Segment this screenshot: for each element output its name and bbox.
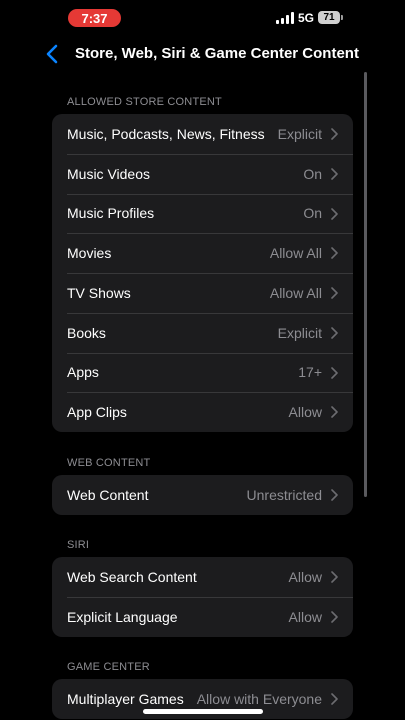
row-tv-shows[interactable]: TV Shows Allow All [52,273,353,313]
row-apps[interactable]: Apps 17+ [52,352,353,393]
row-label: TV Shows [67,284,131,301]
row-value: 17+ [298,364,322,381]
cellular-signal-icon [276,12,294,24]
row-music-videos[interactable]: Music Videos On [52,153,353,194]
chevron-right-icon [331,571,338,583]
section-header-game-center: GAME CENTER [67,661,150,673]
row-value: Explicit [277,125,322,142]
page-title: Store, Web, Siri & Game Center Content [75,45,359,62]
row-music-podcasts[interactable]: Music, Podcasts, News, Fitness Explicit [52,114,353,154]
row-movies[interactable]: Movies Allow All [52,233,353,273]
row-value: Explicit [277,324,322,341]
row-label: Music Profiles [67,205,155,222]
row-value: Unrestricted [246,486,322,503]
status-bar: 7:37 5G 71 [0,0,405,36]
chevron-right-icon [331,207,338,220]
row-app-clips[interactable]: App Clips Allow [52,392,353,432]
home-indicator[interactable] [143,709,263,714]
back-chevron-icon[interactable] [44,44,62,64]
chevron-right-icon [331,326,338,339]
chevron-right-icon [331,247,338,260]
network-type: 5G [298,11,315,25]
chevron-right-icon [331,693,338,705]
row-value: Allow [288,404,322,421]
row-label: Apps [67,364,99,381]
group-store: Music, Podcasts, News, Fitness Explicit … [52,114,353,432]
row-label: Multiplayer Games [67,690,184,707]
row-label: Books [67,324,106,341]
row-value: Allow with Everyone [196,690,322,707]
row-value: Allow [288,608,322,625]
group-siri: Web Search Content Allow Explicit Langua… [52,557,353,637]
row-value: On [303,205,322,222]
row-label: Explicit Language [67,608,178,625]
row-value: Allow All [269,245,322,262]
row-label: Web Search Content [67,568,197,585]
row-web-search-content[interactable]: Web Search Content Allow [52,557,353,597]
group-web: Web Content Unrestricted [52,475,353,515]
battery-icon: 71 [318,11,340,24]
section-header-store: ALLOWED STORE CONTENT [67,96,222,108]
row-label: Music Videos [67,165,151,182]
chevron-right-icon [331,610,338,623]
row-value: Allow [288,568,322,585]
row-label: Movies [67,245,112,262]
navigation-bar: Store, Web, Siri & Game Center Content [0,36,405,72]
section-header-siri: SIRI [67,539,90,551]
chevron-right-icon [331,366,338,379]
row-label: Web Content [67,486,149,503]
row-books[interactable]: Books Explicit [52,312,353,353]
chevron-right-icon [331,406,338,419]
chevron-right-icon [331,287,338,299]
row-label: Music, Podcasts, News, Fitness [67,125,265,142]
settings-list: ALLOWED STORE CONTENT Music, Podcasts, N… [0,80,405,720]
row-label: App Clips [67,404,127,421]
row-value: Allow All [269,284,322,301]
chevron-right-icon [331,167,338,180]
status-time[interactable]: 7:37 [68,9,121,27]
chevron-right-icon [331,489,338,501]
row-value: On [303,165,322,182]
row-explicit-language[interactable]: Explicit Language Allow [52,596,353,637]
section-header-web: WEB CONTENT [67,457,151,469]
row-web-content[interactable]: Web Content Unrestricted [52,475,353,515]
row-music-profiles[interactable]: Music Profiles On [52,193,353,234]
chevron-right-icon [331,128,338,140]
battery-tip [341,15,343,20]
